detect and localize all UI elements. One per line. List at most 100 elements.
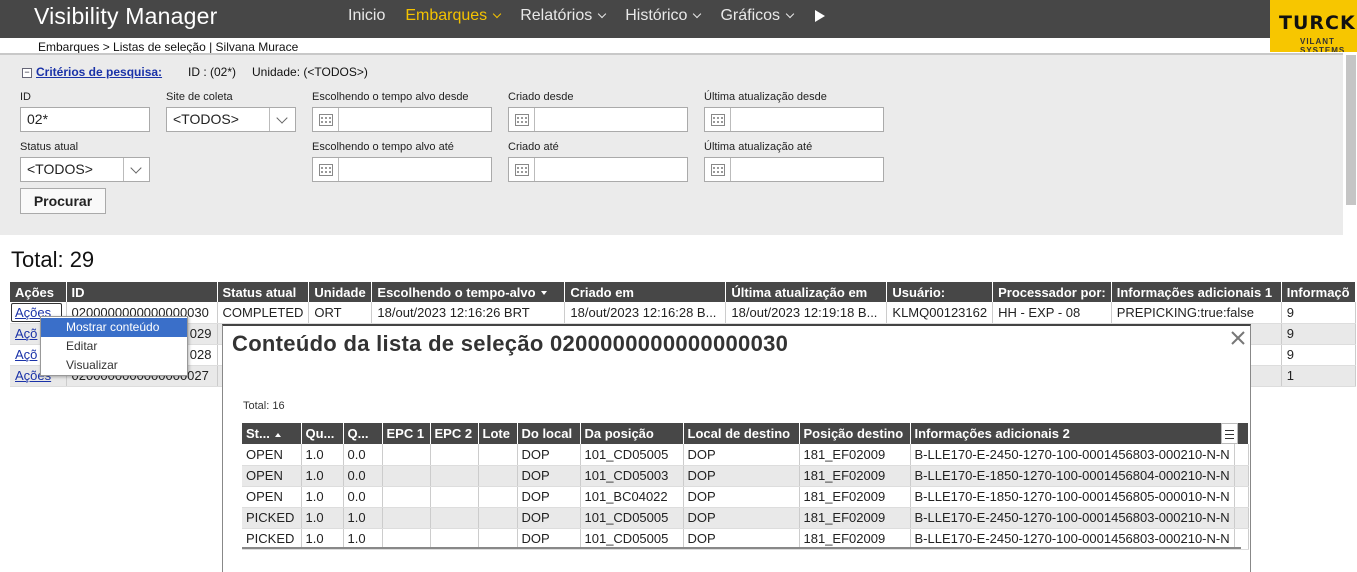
menu-item-view[interactable]: Visualizar <box>41 356 187 375</box>
table-row[interactable]: PICKED 1.0 1.0 DOP 101_CD05005 DOP 181_E… <box>242 507 1249 529</box>
page-scrollbar-thumb[interactable] <box>1346 55 1356 205</box>
col-header-user[interactable]: Usuário: <box>886 282 994 302</box>
col-header-additional-info-1[interactable]: Informações adicionais 1 <box>1111 282 1282 302</box>
table-cell <box>382 528 431 550</box>
target-to-label: Escolhendo o tempo alvo até <box>312 141 454 153</box>
table-cell <box>382 444 431 466</box>
status-select-button[interactable] <box>123 158 149 181</box>
table-cell: OPEN <box>242 465 302 487</box>
col-header-quantity[interactable]: Qu... <box>301 423 344 444</box>
calendar-icon[interactable] <box>313 108 339 131</box>
calendar-icon[interactable] <box>313 158 339 181</box>
table-row[interactable]: OPEN 1.0 0.0 DOP 101_BC04022 DOP 181_EF0… <box>242 486 1249 508</box>
actions-link[interactable]: Açõ <box>15 326 37 341</box>
table-cell: DOP <box>517 486 581 508</box>
col-header-from-position[interactable]: Da posição <box>580 423 684 444</box>
column-menu-icon[interactable] <box>1221 423 1238 444</box>
col-header-created[interactable]: Criado em <box>564 282 727 302</box>
nav-relatorios[interactable]: Relatórios <box>520 7 607 25</box>
company-logo: TURCK VILANT SYSTEMS <box>1270 0 1357 52</box>
nav-graficos[interactable]: Gráficos <box>720 7 795 25</box>
table-cell: 9 <box>1281 302 1356 324</box>
col-header-status[interactable]: Status atual <box>217 282 310 302</box>
status-select[interactable]: <TODOS> <box>20 157 150 182</box>
table-cell: 1 <box>1281 365 1356 387</box>
calendar-icon[interactable] <box>705 158 731 181</box>
col-header-target-time[interactable]: Escolhendo o tempo-alvo <box>371 282 566 302</box>
actions-link[interactable]: Açõ <box>15 347 37 362</box>
table-cell <box>430 486 479 508</box>
nav-more[interactable] <box>813 10 826 22</box>
col-header-destination-position[interactable]: Posição destino <box>799 423 911 444</box>
table-row[interactable]: OPEN 1.0 0.0 DOP 101_CD05005 DOP 181_EF0… <box>242 444 1249 466</box>
col-header-acoes[interactable]: Ações <box>10 282 67 302</box>
collapse-icon[interactable]: − <box>22 68 32 78</box>
results-total: Total: 29 <box>11 247 95 272</box>
sort-descending-icon <box>540 291 547 296</box>
calendar-icon[interactable] <box>509 158 535 181</box>
table-cell: B-LLE170-E-1850-1270-100-0001456804-0002… <box>910 465 1235 487</box>
criteria-toggle-link[interactable]: Critérios de pesquisa: <box>36 65 162 79</box>
site-select-button[interactable] <box>269 108 295 131</box>
table-cell: KLMQ00123162 <box>886 302 994 324</box>
site-select[interactable]: <TODOS> <box>166 107 296 132</box>
id-criteria-summary: ID : (02*) <box>188 65 237 79</box>
table-cell <box>1234 507 1249 529</box>
col-header-processor[interactable]: Processador por: <box>992 282 1112 302</box>
col-header-additional-info-2[interactable]: Informações adicionais 2 <box>910 423 1235 444</box>
col-header-status-label: St... <box>246 426 270 441</box>
col-header-destination[interactable]: Local de destino <box>683 423 800 444</box>
table-cell <box>478 444 518 466</box>
nav-inicio[interactable]: Inicio <box>348 7 385 25</box>
table-cell <box>1234 444 1249 466</box>
created-to-date-input[interactable] <box>508 157 688 182</box>
created-from-date-input[interactable] <box>508 107 688 132</box>
col-header-id[interactable]: ID <box>66 282 218 302</box>
created-from-label: Criado desde <box>508 91 574 103</box>
target-to-date-input[interactable] <box>312 157 492 182</box>
table-cell: 18/out/2023 12:16:28 B... <box>564 302 727 324</box>
table-row[interactable]: OPEN 1.0 0.0 DOP 101_CD05003 DOP 181_EF0… <box>242 465 1249 487</box>
calendar-icon[interactable] <box>509 108 535 131</box>
col-header-status[interactable]: St... <box>242 423 302 444</box>
table-cell: 0.0 <box>343 465 383 487</box>
close-icon[interactable] <box>1229 329 1247 347</box>
pick-list-items-table: St... Qu... Q... EPC 1 EPC 2 Lote Do loc… <box>242 423 1249 550</box>
table-horizontal-scrollbar[interactable] <box>242 547 1241 549</box>
col-header-quantity-picked[interactable]: Q... <box>343 423 383 444</box>
col-header-epc1[interactable]: EPC 1 <box>382 423 431 444</box>
col-header-unidade[interactable]: Unidade <box>308 282 373 302</box>
col-header-updated[interactable]: Última atualização em <box>725 282 888 302</box>
table-cell <box>430 507 479 529</box>
pick-list-content-dialog: Conteúdo da lista de seleção 02000000000… <box>222 324 1251 572</box>
table-row[interactable]: Ações 0200000000000000030 COMPLETED ORT … <box>10 302 1356 324</box>
id-input[interactable]: 02* <box>20 107 150 132</box>
table-cell: DOP <box>683 528 800 550</box>
table-cell: 101_BC04022 <box>580 486 684 508</box>
site-select-value: <TODOS> <box>173 111 239 127</box>
created-to-label: Criado até <box>508 141 559 153</box>
calendar-icon[interactable] <box>705 108 731 131</box>
chevron-down-icon <box>597 9 607 19</box>
main-nav: Inicio Embarques Relatórios Histórico Gr… <box>348 0 845 32</box>
nav-historico[interactable]: Histórico <box>625 7 702 25</box>
table-cell: 101_CD05005 <box>580 507 684 529</box>
updated-to-date-input[interactable] <box>704 157 884 182</box>
col-header-additional-info-2[interactable]: Informaçõ <box>1281 282 1356 302</box>
table-cell: 1.0 <box>343 528 383 550</box>
table-row[interactable]: PICKED 1.0 1.0 DOP 101_CD05005 DOP 181_E… <box>242 528 1249 550</box>
col-header-from-location[interactable]: Do local <box>517 423 581 444</box>
nav-embarques[interactable]: Embarques <box>405 7 502 25</box>
col-header-lot[interactable]: Lote <box>478 423 518 444</box>
dialog-total: Total: 16 <box>243 400 285 412</box>
col-header-epc2[interactable]: EPC 2 <box>430 423 479 444</box>
table-cell <box>478 465 518 487</box>
table-cell: PREPICKING:true:false <box>1111 302 1282 324</box>
table-cell: PICKED <box>242 507 302 529</box>
target-from-date-input[interactable] <box>312 107 492 132</box>
menu-item-show-content[interactable]: Mostrar conteúdo <box>41 318 187 337</box>
search-button[interactable]: Procurar <box>20 188 106 214</box>
updated-from-date-input[interactable] <box>704 107 884 132</box>
menu-item-edit[interactable]: Editar <box>41 337 187 356</box>
table-cell <box>1234 486 1249 508</box>
